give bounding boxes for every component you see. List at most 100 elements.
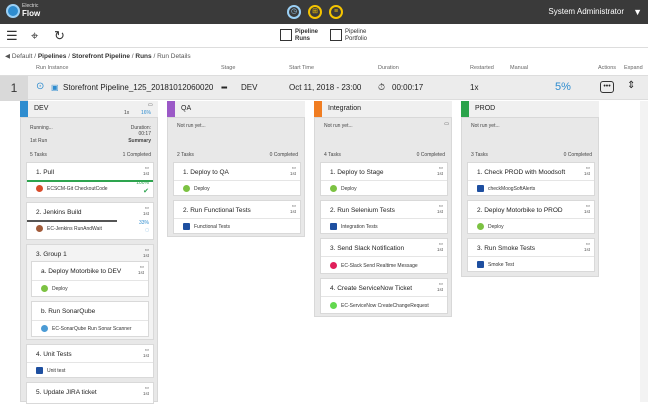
task-divider — [32, 320, 148, 321]
task-jenkins-build[interactable]: 2. Jenkins Build ▭ 1st EC-Jenkins RunAndW… — [26, 202, 154, 240]
task-deploy-motorbike-dev[interactable]: a. Deploy Motorbike to DEV ▭ 1st Deploy — [31, 261, 149, 297]
release-icon[interactable]: ⊞ — [308, 5, 322, 19]
group-title: 3. Group 1 — [36, 251, 67, 258]
stage-qa-header[interactable]: QA — [167, 101, 305, 117]
stage-dev-tasks-count: 5 Tasks — [30, 152, 47, 158]
hamburger-menu-icon[interactable]: ☰ — [6, 29, 18, 43]
task-pull[interactable]: 1. Pull ▭ 1st ECSCM-Git CheckoutCode 100%… — [26, 162, 154, 198]
vertical-scrollbar[interactable] — [640, 101, 648, 402]
task-plugin: Deploy — [41, 285, 68, 292]
actions-menu-icon[interactable]: ••• — [600, 81, 614, 93]
task-run-count: ▭ 1st — [142, 347, 149, 358]
task-divider — [32, 280, 148, 281]
toolbar: ☰ ⌖ ↻ Pipeline Runs Pipeline Portfolio — [0, 24, 648, 48]
electric-flow-logo-icon[interactable] — [6, 4, 20, 18]
task-divider — [321, 218, 447, 219]
stage-prod-header[interactable]: PROD — [461, 101, 599, 117]
breadcrumb-runs[interactable]: Runs — [135, 53, 151, 60]
running-status-icon: ⊙ — [36, 81, 45, 92]
task-group-1[interactable]: 3. Group 1 ▭ 1st a. Deploy Motorbike to D… — [26, 244, 154, 340]
chevron-down-icon[interactable]: ▼ — [633, 7, 642, 17]
task-progress-bar — [27, 220, 117, 222]
task-run-count: ▭ 1st — [142, 165, 149, 176]
code-icon — [477, 261, 484, 268]
task-run-count: ▭ 1st — [436, 281, 443, 292]
task-title: 1. Check PROD with Moodsoft — [477, 169, 566, 176]
stage-dev-summary-link[interactable]: Summary — [128, 138, 151, 144]
stage-integration-header[interactable]: Integration — [314, 101, 452, 117]
run-duration: 00:00:17 — [392, 83, 424, 92]
stage-dev-duration: 00:17 — [138, 131, 151, 137]
back-arrow-icon[interactable]: ◀ — [5, 53, 10, 60]
stages-area: DEV 1x 16% ▭ Running... Duration: 00:17 … — [20, 101, 648, 404]
header-run-instance: Run Instance — [36, 65, 69, 71]
clock-icon[interactable]: ◷ — [287, 5, 301, 19]
header-expand: Expand — [624, 65, 643, 71]
git-icon — [36, 185, 43, 192]
deploy-icon[interactable]: ≡ — [329, 5, 343, 19]
crosshair-icon[interactable]: ⌖ — [31, 29, 38, 43]
task-divider — [468, 256, 594, 257]
task-check-prod-moodsoft[interactable]: 1. Check PROD with Moodsoft ▭ 1st checkMo… — [467, 162, 595, 196]
task-run-selenium-tests[interactable]: 2. Run Selenium Tests ▭ 1st Integration T… — [320, 200, 448, 234]
tab-pipeline-runs[interactable]: Pipeline Runs — [280, 28, 320, 44]
breadcrumb-storefront-pipeline[interactable]: Storefront Pipeline — [72, 53, 130, 60]
stage-integration: Integration Not run yet... ▭ 4 Tasks 0 C… — [314, 101, 452, 402]
stage-integration-menu-icon[interactable]: ▭ — [444, 121, 449, 127]
header-actions: Actions — [598, 65, 617, 71]
task-run-sonarqube[interactable]: b. Run SonarQube EC-SonarQube Run Sonar … — [31, 301, 149, 337]
task-run-functional-tests[interactable]: 2. Run Functional Tests ▭ 1st Functional … — [173, 200, 301, 234]
task-pct: 33% — [138, 220, 149, 226]
expand-icon[interactable]: ⇕ — [627, 80, 635, 91]
task-title: 3. Run Smoke Tests — [477, 245, 536, 252]
task-unit-tests[interactable]: 4. Unit Tests ▭ 1st Unit test — [26, 344, 154, 378]
run-name[interactable]: Storefront Pipeline_125_20181012060020 — [63, 83, 213, 92]
breadcrumb-default[interactable]: Default — [12, 53, 33, 60]
task-run-count: ▭ 1st — [583, 165, 590, 176]
task-send-slack-notification[interactable]: 3. Send Slack Notification ▭ 1st EC-Slack… — [320, 238, 448, 274]
stage-dev-pct: 16% — [141, 110, 152, 116]
code-icon — [183, 223, 190, 230]
breadcrumb-pipelines[interactable]: Pipelines — [38, 53, 67, 60]
task-update-jira[interactable]: 5. Update JIRA ticket ▭ 1st — [26, 382, 154, 404]
task-deploy-to-stage[interactable]: 1. Deploy to Stage ▭ 1st Deploy — [320, 162, 448, 196]
task-pct: 100% — [136, 180, 149, 186]
sonarqube-icon — [41, 325, 48, 332]
task-title: 4. Unit Tests — [36, 351, 72, 358]
stage-dev-header[interactable]: DEV 1x 16% ▭ — [20, 101, 158, 117]
stage-qa-completed: 0 Completed — [269, 152, 298, 158]
stage-dev-status: Running... — [30, 125, 53, 131]
tab-pipeline-portfolio[interactable]: Pipeline Portfolio — [330, 28, 375, 44]
task-progress-bar — [27, 180, 153, 182]
stage-integration-color-bar — [314, 101, 322, 117]
stage-dev-name: DEV — [34, 105, 49, 112]
stage-integration-name: Integration — [328, 105, 362, 112]
task-plugin: Deploy — [183, 185, 210, 192]
code-icon — [330, 223, 337, 230]
stage-qa-body: Not run yet... 2 Tasks 0 Completed 1. De… — [167, 117, 305, 237]
task-run-count: ▭ 1st — [436, 241, 443, 252]
task-deploy-motorbike-prod[interactable]: 2. Deploy Motorbike to PROD ▭ 1st Deploy — [467, 200, 595, 234]
task-divider — [174, 218, 300, 219]
task-plugin: Smoke Test — [477, 261, 514, 268]
task-deploy-to-qa[interactable]: 1. Deploy to QA ▭ 1st Deploy — [173, 162, 301, 196]
run-row[interactable]: 1 ⊙ ▣ Storefront Pipeline_125_2018101206… — [0, 75, 648, 101]
pipeline-portfolio-icon — [330, 29, 342, 41]
task-title: 2. Jenkins Build — [36, 209, 82, 216]
user-menu[interactable]: System Administrator — [548, 7, 624, 16]
run-restarted: 1x — [470, 83, 479, 92]
task-create-servicenow-ticket[interactable]: 4. Create ServiceNow Ticket ▭ 1st EC-Serv… — [320, 278, 448, 314]
task-run-count: ▭ 1st — [142, 385, 149, 396]
stopwatch-icon: ⏱ — [378, 82, 386, 92]
pipeline-icon: ▣ — [51, 83, 59, 92]
task-run-count: ▭ 1st — [436, 165, 443, 176]
stage-dev-menu-icon[interactable]: ▭ — [148, 102, 153, 108]
refresh-icon[interactable]: ↻ — [54, 29, 65, 43]
task-run-smoke-tests[interactable]: 3. Run Smoke Tests ▭ 1st Smoke Test — [467, 238, 595, 272]
task-title: b. Run SonarQube — [41, 308, 96, 315]
stage-qa-color-bar — [167, 101, 175, 117]
task-title: 2. Run Functional Tests — [183, 207, 251, 214]
stage-prod-tasks-count: 3 Tasks — [471, 152, 488, 158]
task-plugin: checkMoogSoftAlerts — [477, 185, 535, 192]
app-logo-text[interactable]: Electric Flow — [22, 3, 40, 18]
